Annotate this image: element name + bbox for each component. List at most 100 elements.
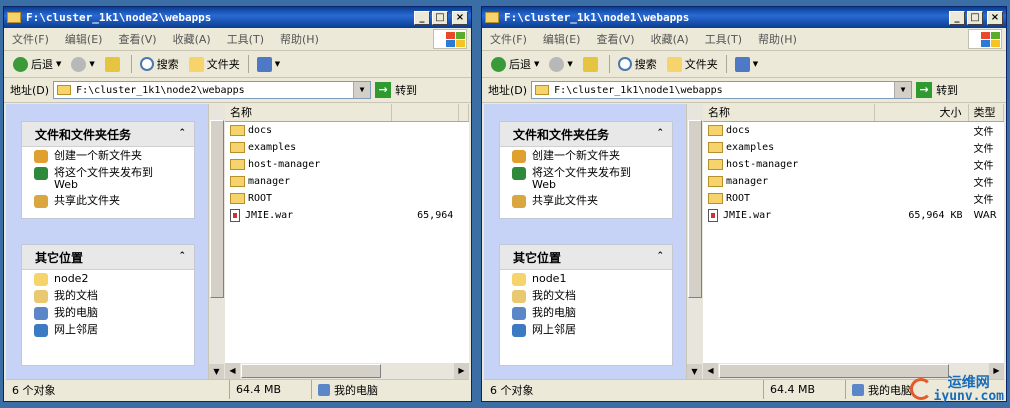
folder-icon — [708, 193, 723, 204]
back-button[interactable]: 后退 ▼ — [8, 56, 66, 72]
menu-item[interactable]: 帮助(H) — [272, 31, 327, 47]
file-row[interactable]: docs 文件 — [703, 122, 1004, 139]
menu-item[interactable]: 查看(V) — [588, 31, 642, 47]
file-row[interactable]: host-manager 文件 — [703, 156, 1004, 173]
task-link[interactable]: 共享此文件夹 — [22, 192, 194, 209]
folders-button[interactable]: 文件夹 — [662, 56, 723, 72]
folders-button[interactable]: 文件夹 — [184, 56, 245, 72]
file-row[interactable]: manager 文件 — [703, 173, 1004, 190]
forward-button[interactable]: ▼ — [66, 56, 99, 72]
menu-item[interactable]: 查看(V) — [110, 31, 164, 47]
file-list: 名称 docs examples host-manager manager RO… — [225, 104, 469, 379]
menu-item[interactable]: 帮助(H) — [750, 31, 805, 47]
maximize-button[interactable]: □ — [967, 10, 983, 25]
panel-header[interactable]: 文件和文件夹任务 ⌃ — [500, 122, 672, 147]
panel-header[interactable]: 文件和文件夹任务 ⌃ — [22, 122, 194, 147]
place-link[interactable]: node2 — [22, 270, 194, 287]
menu-item[interactable]: 收藏(A) — [643, 31, 697, 47]
task-link[interactable]: 将这个文件夹发布到 Web — [500, 164, 672, 192]
collapse-chevron-icon[interactable]: ⌃ — [178, 251, 186, 261]
folder-icon — [230, 159, 245, 170]
column-header-name[interactable]: 名称 — [225, 104, 393, 121]
address-input[interactable]: F:\cluster_1k1\node2\webapps ▼ — [53, 81, 372, 99]
file-tasks-panel: 文件和文件夹任务 ⌃ 创建一个新文件夹 将这个文件夹发布到 Web 共享此文件夹 — [499, 121, 673, 219]
file-row[interactable]: host-manager — [225, 156, 469, 173]
address-dropdown-button[interactable]: ▼ — [894, 82, 912, 98]
views-icon — [256, 56, 272, 72]
close-button[interactable]: × — [987, 10, 1003, 25]
scroll-down-button[interactable]: ▼ — [209, 364, 224, 379]
scroll-left-button[interactable]: ◀ — [703, 363, 718, 379]
menu-item[interactable]: 编辑(E) — [535, 31, 589, 47]
menu-item[interactable]: 编辑(E) — [57, 31, 111, 47]
file-row[interactable]: ROOT — [225, 190, 469, 207]
collapse-chevron-icon[interactable]: ⌃ — [656, 128, 664, 138]
column-header-name[interactable]: 名称 — [703, 104, 875, 121]
title-bar[interactable]: F:\cluster_1k1\node1\webapps _ □ × — [482, 7, 1006, 28]
file-row[interactable]: examples 文件 — [703, 139, 1004, 156]
up-button[interactable] — [578, 56, 606, 72]
scroll-right-button[interactable]: ▶ — [454, 363, 469, 379]
place-link[interactable]: 我的电脑 — [22, 304, 194, 321]
menu-item[interactable]: 文件(F) — [482, 31, 535, 47]
file-row[interactable]: JMIE.war 65,964 — [225, 207, 469, 224]
place-link[interactable]: 我的文档 — [500, 287, 672, 304]
minimize-button[interactable]: _ — [949, 10, 965, 25]
address-input[interactable]: F:\cluster_1k1\node1\webapps ▼ — [531, 81, 913, 99]
panel-header[interactable]: 其它位置 ⌃ — [22, 245, 194, 270]
forward-button[interactable]: ▼ — [544, 56, 577, 72]
scrollbar-thumb[interactable] — [688, 120, 702, 298]
search-button[interactable]: 搜索 — [135, 56, 184, 72]
up-button[interactable] — [100, 56, 128, 72]
column-header-size[interactable] — [392, 104, 460, 121]
address-label: 地址(D) — [10, 84, 50, 97]
task-pane-scrollbar[interactable]: ▼ — [208, 104, 225, 379]
content-area: 文件和文件夹任务 ⌃ 创建一个新文件夹 将这个文件夹发布到 Web 共享此文件夹… — [484, 104, 1004, 379]
file-row[interactable]: JMIE.war 65,964 KB WAR — [703, 207, 1004, 224]
title-bar[interactable]: F:\cluster_1k1\node2\webapps _ □ × — [4, 7, 471, 28]
horizontal-scrollbar[interactable]: ◀ ▶ — [225, 363, 469, 379]
file-row[interactable]: docs — [225, 122, 469, 139]
search-button[interactable]: 搜索 — [613, 56, 662, 72]
column-header-size[interactable]: 大小 — [875, 104, 969, 121]
file-row[interactable]: ROOT 文件 — [703, 190, 1004, 207]
scrollbar-thumb[interactable] — [210, 120, 224, 298]
place-link[interactable]: 网上邻居 — [500, 321, 672, 338]
go-button[interactable]: → 转到 — [375, 82, 417, 98]
views-button[interactable]: ▼ — [252, 56, 285, 72]
maximize-button[interactable]: □ — [432, 10, 448, 25]
place-link[interactable]: 我的文档 — [22, 287, 194, 304]
menu-item[interactable]: 工具(T) — [219, 31, 272, 47]
address-dropdown-button[interactable]: ▼ — [353, 82, 371, 98]
file-type: 文件 — [973, 144, 994, 155]
minimize-button[interactable]: _ — [414, 10, 430, 25]
file-row[interactable]: manager — [225, 173, 469, 190]
go-button[interactable]: → 转到 — [916, 82, 958, 98]
menu-item[interactable]: 文件(F) — [4, 31, 57, 47]
scroll-down-button[interactable]: ▼ — [687, 364, 702, 379]
collapse-chevron-icon[interactable]: ⌃ — [178, 128, 186, 138]
place-link[interactable]: 网上邻居 — [22, 321, 194, 338]
scrollbar-thumb[interactable] — [241, 364, 381, 378]
scroll-left-button[interactable]: ◀ — [225, 363, 240, 379]
file-row[interactable]: examples — [225, 139, 469, 156]
network-places-icon — [512, 324, 526, 337]
collapse-chevron-icon[interactable]: ⌃ — [656, 251, 664, 261]
task-link[interactable]: 创建一个新文件夹 — [500, 147, 672, 164]
menu-item[interactable]: 工具(T) — [697, 31, 750, 47]
back-button[interactable]: 后退 ▼ — [486, 56, 544, 72]
column-header-type[interactable] — [459, 104, 469, 121]
place-link[interactable]: 我的电脑 — [500, 304, 672, 321]
forward-arrow-icon — [549, 56, 565, 72]
place-link[interactable]: node1 — [500, 270, 672, 287]
task-link[interactable]: 创建一个新文件夹 — [22, 147, 194, 164]
panel-header[interactable]: 其它位置 ⌃ — [500, 245, 672, 270]
scrollbar-thumb[interactable] — [719, 364, 949, 378]
task-link[interactable]: 共享此文件夹 — [500, 192, 672, 209]
column-header-type[interactable]: 类型 — [969, 104, 1004, 121]
views-button[interactable]: ▼ — [730, 56, 763, 72]
close-button[interactable]: × — [452, 10, 468, 25]
menu-item[interactable]: 收藏(A) — [165, 31, 219, 47]
task-pane-scrollbar[interactable]: ▼ — [686, 104, 703, 379]
task-link[interactable]: 将这个文件夹发布到 Web — [22, 164, 194, 192]
